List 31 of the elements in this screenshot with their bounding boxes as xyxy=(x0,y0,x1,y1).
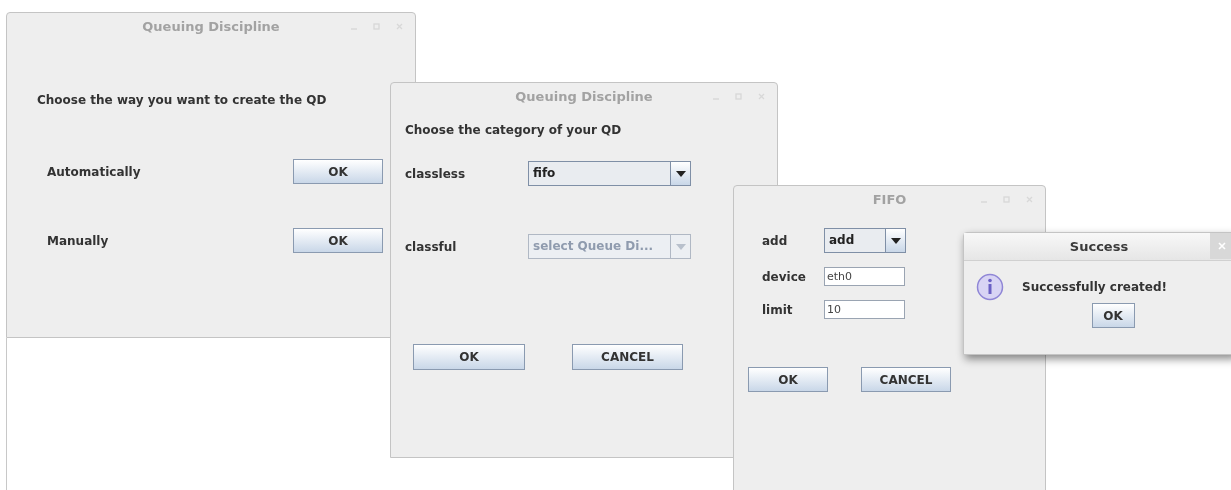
caret-icon xyxy=(890,237,901,244)
info-icon xyxy=(976,273,1004,301)
caret-icon xyxy=(675,243,686,250)
window-title: FIFO xyxy=(872,191,907,210)
field-label: device xyxy=(762,268,807,286)
window-title: Success xyxy=(1069,237,1129,256)
field-label: limit xyxy=(762,301,794,319)
dialog-button[interactable]: CANCEL xyxy=(572,344,683,370)
ok-button[interactable]: OK xyxy=(1091,303,1135,328)
input-field[interactable]: eth0 xyxy=(824,267,905,286)
prompt-text: Choose the way you want to create the QD xyxy=(37,92,328,109)
dropdown[interactable]: add xyxy=(824,228,906,253)
dialog-button[interactable]: OK xyxy=(413,344,525,370)
close-icon xyxy=(1218,242,1226,250)
dialog-button[interactable]: OK xyxy=(748,367,828,392)
close-button[interactable] xyxy=(1210,233,1231,259)
prompt-text: Choose the category of your QD xyxy=(405,122,623,139)
dropdown[interactable]: fifo xyxy=(528,161,691,186)
window-title: Queuing Discipline xyxy=(142,18,280,37)
window-title: Queuing Discipline xyxy=(515,88,653,107)
category-label: classful xyxy=(405,238,458,256)
category-label: classless xyxy=(405,165,467,183)
dialog-button[interactable]: CANCEL xyxy=(861,367,951,392)
input-field[interactable]: 10 xyxy=(824,300,905,319)
ok-button[interactable]: OK xyxy=(293,159,383,184)
option-label: Automatically xyxy=(47,163,141,181)
field-label: add xyxy=(762,232,789,250)
option-label: Manually xyxy=(47,232,109,250)
caret-icon xyxy=(675,170,686,177)
ok-button[interactable]: OK xyxy=(293,228,383,253)
message-text: Successfully created! xyxy=(1022,279,1168,296)
